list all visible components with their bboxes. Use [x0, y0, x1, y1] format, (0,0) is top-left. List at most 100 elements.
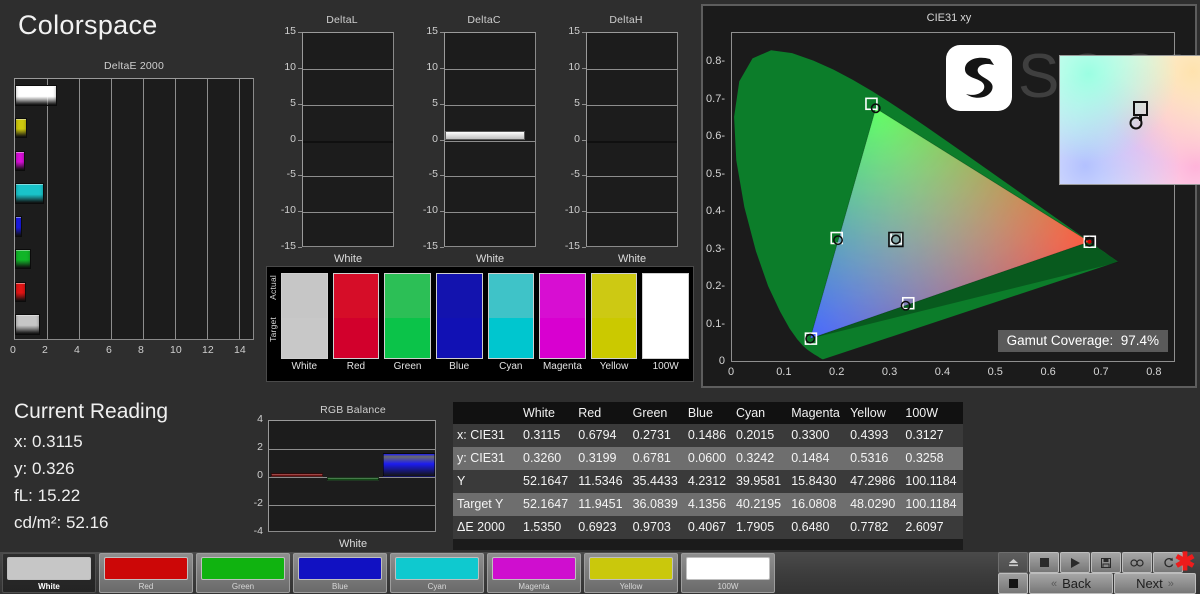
tick-mark	[440, 140, 444, 141]
play-button[interactable]	[1060, 552, 1090, 573]
swatch-button-red[interactable]: Red	[99, 553, 193, 593]
deltah-y-tick: 5	[556, 97, 580, 109]
swatch-button-label: Yellow	[585, 582, 677, 591]
reading-line-1: y: 0.326	[14, 456, 254, 483]
table-cell: 15.8430	[787, 470, 846, 493]
patch-actual-red	[333, 273, 380, 318]
swatch-button-yellow[interactable]: Yellow	[584, 553, 678, 593]
tick-mark	[440, 104, 444, 105]
cie-x-tick: 0.7	[1093, 366, 1109, 378]
table-cell: 52.1647	[519, 470, 574, 493]
table-row-label: Y	[453, 470, 519, 493]
deltah-axis-name: White	[586, 253, 678, 265]
table-row: Target Y52.164711.945136.08394.135640.21…	[453, 493, 963, 516]
table-cell: 35.4433	[629, 470, 684, 493]
stop-button[interactable]	[1029, 552, 1059, 573]
table-cell: 100.1184	[901, 470, 963, 493]
table-cell: 0.1486	[684, 424, 732, 447]
table-cell: 0.3199	[574, 447, 628, 470]
tick-mark	[298, 175, 302, 176]
eject-icon[interactable]	[998, 552, 1028, 573]
delta-e-bar-yellow	[15, 118, 27, 138]
patch-label-red: Red	[333, 361, 380, 379]
deltal-gridline	[303, 105, 393, 106]
color-preview-inset	[1059, 55, 1200, 185]
patch-cell-blue	[436, 273, 483, 359]
swatch-button-label: White	[3, 582, 95, 591]
tick-mark	[582, 175, 586, 176]
table-cell: 36.0839	[629, 493, 684, 516]
current-reading-heading: Current Reading	[14, 400, 254, 424]
table-cell: 0.6923	[574, 516, 628, 539]
reading-line-0: x: 0.3115	[14, 429, 254, 456]
deltal-zero-bar	[303, 141, 393, 143]
rgb-balance-title: RGB Balance	[248, 404, 458, 416]
back-button[interactable]: « Back	[1029, 573, 1113, 594]
rgb-y-tick: 0	[248, 469, 263, 481]
next-button[interactable]: Next »	[1114, 573, 1196, 594]
delta-l-chart: DeltaL151050-5-10-15White	[272, 14, 412, 264]
rgb-gridline	[269, 505, 435, 506]
patch-target-100w	[642, 318, 689, 359]
patch-label-green: Green	[384, 361, 431, 379]
tick-mark	[440, 247, 444, 248]
delta-e-gridline	[47, 79, 48, 339]
deltah-plot-area	[586, 32, 678, 247]
table-cell: 0.3300	[787, 424, 846, 447]
delta-e-gridline	[207, 79, 208, 339]
asterisk-icon[interactable]: ✱	[1172, 551, 1198, 575]
patch-target-white	[281, 318, 328, 359]
measurement-table-body: x: CIE310.31150.67940.27310.14860.20150.…	[453, 424, 963, 539]
table-cell: 0.0600	[684, 447, 732, 470]
table-cell: 52.1647	[519, 493, 574, 516]
deltac-y-tick: -5	[414, 168, 438, 180]
tick-mark	[298, 247, 302, 248]
swatch-button-cyan[interactable]: Cyan	[390, 553, 484, 593]
table-cell: 0.7782	[846, 516, 901, 539]
patch-target-red	[333, 318, 380, 359]
swatch-button-blue[interactable]: Blue	[293, 553, 387, 593]
table-row: x: CIE310.31150.67940.27310.14860.20150.…	[453, 424, 963, 447]
patch-label-yellow: Yellow	[591, 361, 638, 379]
cie-x-tick: 0.1	[776, 366, 792, 378]
measurement-table: WhiteRedGreenBlueCyanMagentaYellow100W x…	[453, 402, 963, 550]
swatch-button-label: Green	[197, 582, 289, 591]
deltah-y-tick: 10	[556, 61, 580, 73]
swatch-button-green[interactable]: Green	[196, 553, 290, 593]
delta-e-x-tick: 6	[106, 344, 112, 356]
cie-x-tick: 0.4	[934, 366, 950, 378]
deltal-axis-name: White	[302, 253, 394, 265]
rgb-y-tick: 2	[248, 441, 263, 453]
cie-y-tick: 0.2-	[703, 280, 725, 292]
swatch-chip-blue	[298, 557, 382, 580]
delta-e-bar-blue	[15, 216, 22, 236]
table-cell: 0.3115	[519, 424, 574, 447]
stop-square-button[interactable]	[998, 573, 1028, 594]
patch-label-white: White	[281, 361, 328, 379]
table-col-header-red: Red	[574, 402, 628, 424]
table-cell: 0.4393	[846, 424, 901, 447]
deltac-y-tick: 15	[414, 25, 438, 37]
patch-actual-label: Actual	[268, 275, 278, 300]
table-col-header-cyan: Cyan	[732, 402, 787, 424]
swatch-button-white[interactable]: White	[2, 553, 96, 593]
delta-e-gridline	[79, 79, 80, 339]
reading-line-3: cd/m²: 52.16	[14, 510, 254, 537]
table-cell: 4.2312	[684, 470, 732, 493]
deltac-axis-name: White	[444, 253, 536, 265]
loop-button[interactable]	[1122, 552, 1152, 573]
delta-e-gridline	[111, 79, 112, 339]
patch-swatches	[281, 273, 689, 359]
swatch-button-100w[interactable]: 100W	[681, 553, 775, 593]
rgb-balance-chart: RGB Balance 420-2-4 White	[248, 404, 458, 552]
tick-mark	[582, 140, 586, 141]
table-cell: 47.2986	[846, 470, 901, 493]
save-button[interactable]	[1091, 552, 1121, 573]
patch-cell-white	[281, 273, 328, 359]
rgb-y-tick: -2	[248, 497, 263, 509]
rgb-y-tick: 4	[248, 413, 263, 425]
table-cell: 0.2731	[629, 424, 684, 447]
table-cell: 0.5316	[846, 447, 901, 470]
swatch-button-magenta[interactable]: Magenta	[487, 553, 581, 593]
patch-actual-green	[384, 273, 431, 318]
